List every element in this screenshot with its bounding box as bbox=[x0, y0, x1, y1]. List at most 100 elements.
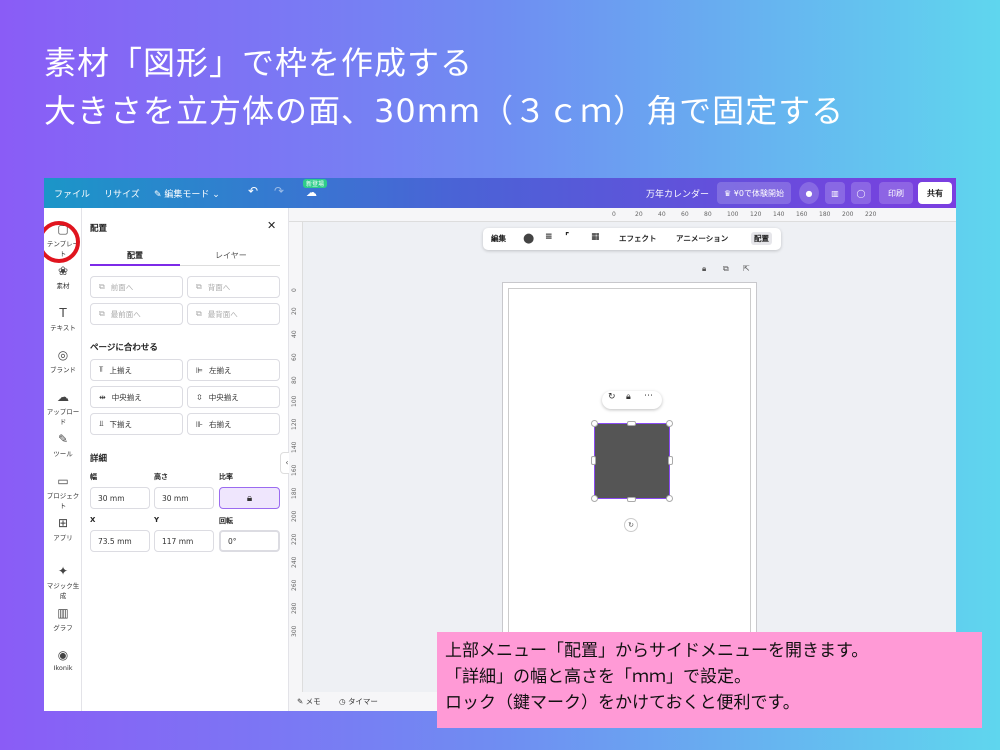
resize-handle-right[interactable] bbox=[668, 456, 673, 465]
align-center-button[interactable]: ⇳ 中央揃え bbox=[187, 386, 280, 408]
rotate-handle-icon[interactable]: ↻ bbox=[624, 518, 638, 532]
close-icon[interactable]: ✕ bbox=[267, 219, 276, 232]
rotate-label: 回転 bbox=[219, 517, 233, 525]
duplicate-page-icon[interactable]: ⧉ bbox=[723, 264, 729, 274]
ruler-tick-label: 120 bbox=[291, 418, 298, 430]
share-button[interactable]: 共有 bbox=[918, 182, 952, 204]
bring-forward-button[interactable]: ⧉ 前面へ bbox=[90, 276, 183, 298]
align-left-button[interactable]: ⊫ 左揃え bbox=[187, 359, 280, 381]
bring-to-front-button[interactable]: ⧉ 最前面へ bbox=[90, 303, 183, 325]
rail-tools[interactable]: ✎ ツール bbox=[44, 432, 82, 458]
border-style-icon[interactable]: ≡ bbox=[545, 232, 553, 242]
ruler-tick-label: 160 bbox=[291, 464, 298, 476]
rail-brand[interactable]: ◎ ブランド bbox=[44, 348, 82, 374]
elements-icon: ❀ bbox=[57, 264, 69, 278]
height-input[interactable]: 30 mm bbox=[154, 487, 214, 509]
resize-handle-top[interactable] bbox=[627, 421, 636, 426]
menu-file[interactable]: ファイル bbox=[54, 187, 90, 200]
cloud-save-icon[interactable]: ☁ bbox=[306, 186, 317, 199]
resize-handle-tl[interactable] bbox=[591, 420, 598, 427]
avatar[interactable]: ● bbox=[799, 182, 819, 204]
effects-button[interactable]: エフェクト bbox=[619, 233, 657, 244]
resize-handle-bl[interactable] bbox=[591, 495, 598, 502]
align-right-icon: ⊪ bbox=[196, 419, 203, 429]
ruler-tick-label: 140 bbox=[291, 441, 298, 453]
layer-up-icon: ⧉ bbox=[99, 282, 105, 291]
analytics-icon[interactable]: ▥ bbox=[825, 182, 845, 204]
ruler-tick-label: 260 bbox=[291, 579, 298, 591]
rail-elements[interactable]: ❀ 素材 bbox=[44, 264, 82, 290]
resize-handle-br[interactable] bbox=[666, 495, 673, 502]
width-input[interactable]: 30 mm bbox=[90, 487, 150, 509]
rail-magic[interactable]: ✦ マジック生成 bbox=[44, 564, 82, 600]
send-backward-button[interactable]: ⧉ 背面へ bbox=[187, 276, 280, 298]
tab-divider bbox=[180, 265, 280, 266]
ruler-tick-label: 40 bbox=[658, 211, 666, 218]
y-input[interactable]: 117 mm bbox=[154, 530, 214, 552]
rail-ikonik[interactable]: ◉ Ikonik bbox=[44, 648, 82, 672]
front-icon: ⧉ bbox=[99, 309, 105, 318]
edit-button[interactable]: 編集 bbox=[491, 233, 506, 244]
align-top-button[interactable]: ⫪ 上揃え bbox=[90, 359, 183, 381]
timer-button[interactable]: ◷ タイマー bbox=[339, 696, 378, 707]
menu-resize[interactable]: リサイズ bbox=[104, 187, 140, 200]
aspect-lock-button[interactable]: 🔒︎ bbox=[219, 487, 280, 509]
undo-icon[interactable]: ↶ bbox=[248, 184, 258, 198]
notes-button[interactable]: ✎ メモ bbox=[297, 696, 321, 707]
ikonik-icon: ◉ bbox=[57, 648, 69, 662]
rail-uploads[interactable]: ☁ アップロード bbox=[44, 390, 82, 426]
lock-icon: 🔒︎ bbox=[246, 492, 253, 504]
y-label: Y bbox=[154, 516, 160, 524]
ruler-tick-label: 240 bbox=[291, 556, 298, 568]
ruler-tick-label: 0 bbox=[291, 288, 298, 292]
tab-layers[interactable]: レイヤー bbox=[215, 250, 247, 261]
ruler-tick-label: 160 bbox=[796, 211, 808, 218]
transparency-icon[interactable]: ▦ bbox=[591, 232, 600, 242]
ruler-tick-label: 20 bbox=[291, 307, 298, 315]
rail-projects[interactable]: ▭ プロジェクト bbox=[44, 474, 82, 510]
edit-mode-dropdown[interactable]: ✎ 編集モード ⌄ bbox=[154, 187, 220, 200]
rail-charts[interactable]: ▥ グラフ bbox=[44, 606, 82, 632]
page-lock-icon[interactable]: 🔒︎ bbox=[702, 264, 706, 274]
align-right-button[interactable]: ⊪ 右揃え bbox=[187, 413, 280, 435]
corner-radius-icon[interactable]: ⌜ bbox=[565, 232, 569, 242]
refresh-icon[interactable]: ↻ bbox=[608, 392, 616, 402]
timer-icon: ◷ bbox=[339, 697, 348, 706]
trial-button[interactable]: ♛ ¥0で体験開始 bbox=[717, 182, 791, 204]
x-input[interactable]: 73.5 mm bbox=[90, 530, 150, 552]
square-shape[interactable] bbox=[594, 423, 670, 499]
brand-icon: ◎ bbox=[57, 348, 69, 362]
note-line-3: ロック（鍵マーク）をかけておくと便利です。 bbox=[445, 693, 800, 713]
send-to-back-button[interactable]: ⧉ 最背面へ bbox=[187, 303, 280, 325]
animate-button[interactable]: アニメーション bbox=[676, 233, 728, 244]
fill-color-icon[interactable]: ● bbox=[523, 231, 534, 246]
more-icon[interactable]: ⋯ bbox=[644, 391, 653, 401]
context-toolbar: 編集 ● ≡ ⌜ ▦ エフェクト アニメーション 配置 bbox=[483, 228, 781, 250]
print-button[interactable]: 印刷 bbox=[879, 182, 913, 204]
shape-quick-menu: ↻ 🔒︎ ⋯ bbox=[602, 391, 662, 409]
rail-apps[interactable]: ⊞ アプリ bbox=[44, 516, 82, 542]
document-title[interactable]: 万年カレンダー bbox=[646, 187, 709, 200]
ruler-tick-label: 180 bbox=[291, 487, 298, 499]
align-middle-icon: ⇹ bbox=[99, 392, 106, 402]
position-button[interactable]: 配置 bbox=[751, 232, 772, 245]
comment-icon[interactable]: ◯ bbox=[851, 182, 871, 204]
redo-icon[interactable]: ↷ bbox=[274, 184, 284, 198]
rotation-input[interactable]: 0° bbox=[219, 530, 280, 552]
tab-arrange[interactable]: 配置 bbox=[127, 250, 143, 261]
add-page-icon[interactable]: ⇱ bbox=[743, 264, 750, 273]
resize-handle-left[interactable] bbox=[591, 456, 596, 465]
ruler-tick-label: 200 bbox=[291, 510, 298, 522]
ruler-tick-label: 200 bbox=[842, 211, 854, 218]
align-middle-button[interactable]: ⇹ 中央揃え bbox=[90, 386, 183, 408]
resize-handle-tr[interactable] bbox=[666, 420, 673, 427]
align-left-icon: ⊫ bbox=[196, 365, 203, 375]
ruler-tick-label: 60 bbox=[291, 353, 298, 361]
headline-line-1: 素材「図形」で枠を作成する bbox=[44, 44, 474, 82]
align-bottom-icon: ⫫ bbox=[99, 419, 104, 428]
resize-handle-bottom[interactable] bbox=[627, 497, 636, 502]
align-bottom-button[interactable]: ⫫ 下揃え bbox=[90, 413, 183, 435]
rail-text[interactable]: T テキスト bbox=[44, 306, 82, 332]
lock-icon[interactable]: 🔒︎ bbox=[626, 392, 631, 402]
ruler-tick-label: 100 bbox=[291, 395, 298, 407]
